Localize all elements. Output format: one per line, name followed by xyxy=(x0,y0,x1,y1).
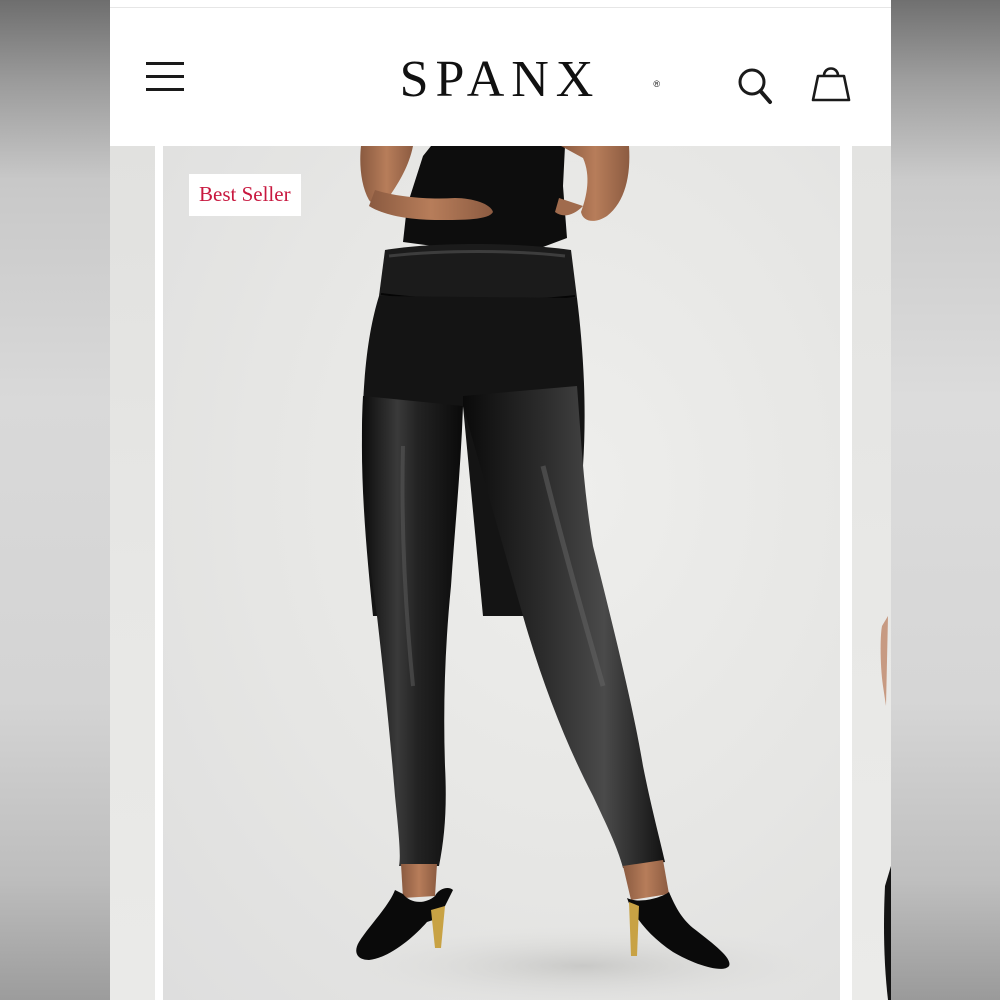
brand-name: SPANX xyxy=(399,51,601,108)
search-icon[interactable] xyxy=(736,64,776,108)
registered-mark: ® xyxy=(653,79,660,89)
shopping-bag-icon[interactable] xyxy=(810,60,852,106)
next-slide-peek[interactable] xyxy=(852,146,891,1000)
previous-slide-peek[interactable] xyxy=(110,146,155,1000)
blurred-background-right xyxy=(891,0,1000,1000)
mobile-page: SPANX ® Best Seller xyxy=(110,0,891,1000)
hamburger-menu-icon[interactable] xyxy=(146,60,186,94)
blurred-background-left xyxy=(0,0,110,1000)
brand-logo[interactable]: SPANX ® xyxy=(340,50,660,110)
screenshot-frame: SPANX ® Best Seller xyxy=(0,0,1000,1000)
best-seller-badge: Best Seller xyxy=(189,174,301,216)
leggings-photo xyxy=(343,146,823,1000)
product-image-carousel[interactable]: Best Seller xyxy=(110,146,891,1000)
site-header: SPANX ® xyxy=(110,8,891,146)
product-image[interactable]: Best Seller xyxy=(163,146,840,1000)
